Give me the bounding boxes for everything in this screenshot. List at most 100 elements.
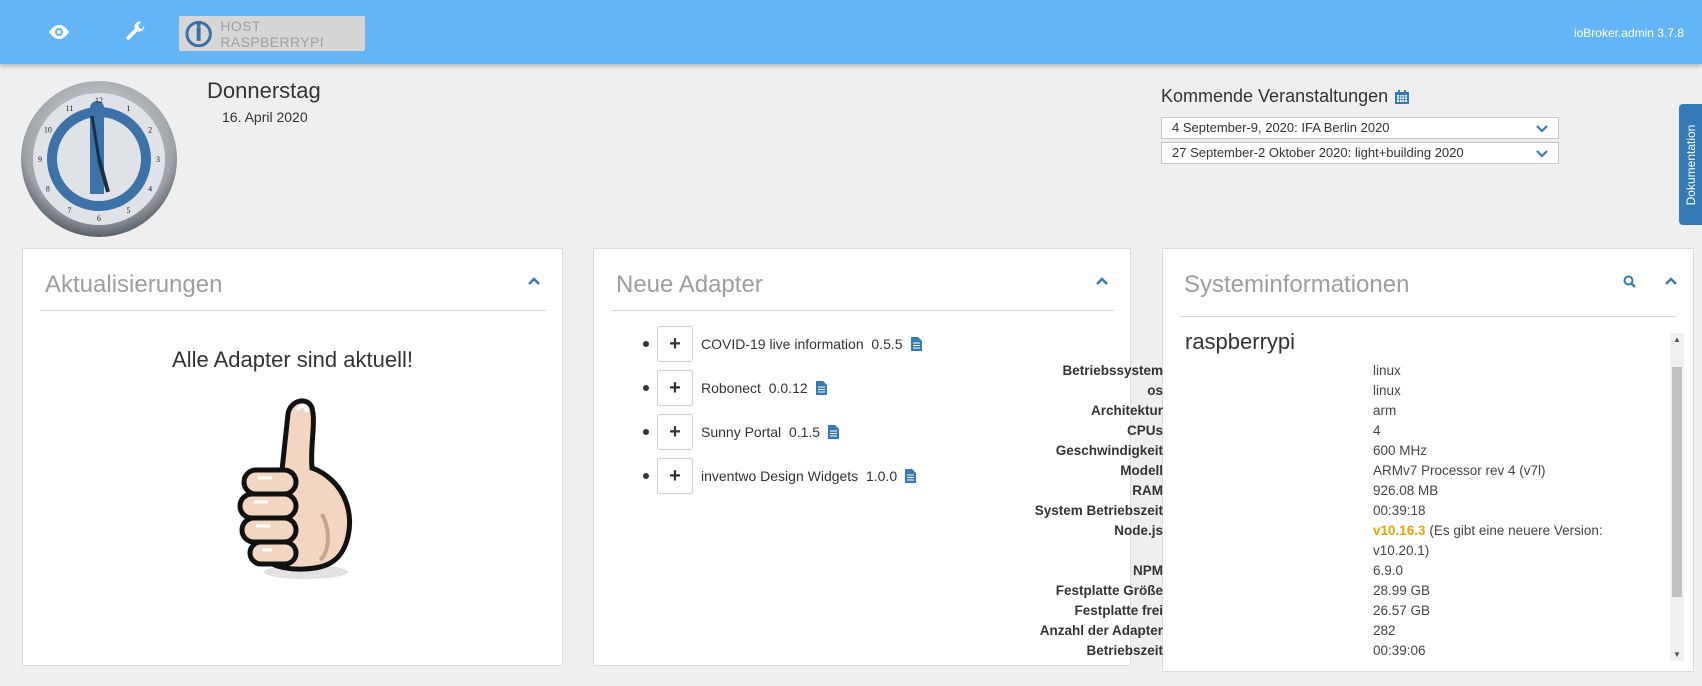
adapter-version: 0.0.12 (768, 380, 808, 396)
top-bar: HOST RASPBERRYPI ioBroker.admin 3.7.8 (0, 0, 1702, 64)
scroll-up-icon[interactable]: ▲ (1673, 335, 1681, 344)
clock-numeral: 10 (44, 126, 52, 135)
host-name: raspberrypi (1185, 329, 1296, 354)
info-value: 600 MHz (1373, 443, 1428, 458)
adapter-version: 0.5.5 (871, 336, 903, 352)
collapse-button[interactable] (522, 269, 546, 293)
adapter-version: 0.1.5 (788, 424, 821, 440)
clock-numeral: 7 (68, 206, 72, 215)
info-key: Festplatte frei (1074, 603, 1163, 618)
clock-numeral: 1 (127, 104, 131, 113)
readme-icon[interactable] (828, 425, 840, 439)
info-key: Betriebszeit (1086, 643, 1163, 658)
card-title: Neue Adapter (616, 271, 763, 298)
info-value: 926.08 MB (1373, 483, 1439, 498)
clock-numeral: 5 (127, 206, 131, 215)
system-info-card: Systeminformationen raspberrypi Betriebs… (1035, 248, 1694, 672)
info-value: 4 (1373, 423, 1381, 438)
info-value: 6.9.0 (1373, 563, 1404, 578)
divider (611, 310, 1114, 311)
info-value: 282 (1373, 623, 1396, 638)
info-key: os (1147, 383, 1163, 398)
divider (40, 310, 546, 311)
up-to-date-message: Alle Adapter sind aktuell! (172, 347, 413, 372)
adapter-name: Robonect (701, 380, 761, 396)
clock-numeral: 3 (156, 155, 160, 164)
chevron-down-icon (1536, 150, 1548, 158)
event-text: 4 September-9, 2020: IFA Berlin 2020 (1172, 120, 1390, 135)
info-value: 00:39:18 (1373, 503, 1426, 518)
card-title: Aktualisierungen (45, 271, 223, 298)
analog-clock: 121234567891011 (21, 81, 177, 237)
info-value: v10.16.3 (Es gibt eine neuere Version: (1373, 523, 1603, 538)
info-key: Architektur (1090, 403, 1163, 418)
info-key: Anzahl der Adapter (1039, 623, 1163, 638)
info-key: Modell (1120, 463, 1163, 478)
info-key: RAM (1132, 483, 1163, 498)
info-key: NPM (1133, 563, 1163, 578)
info-value: linux (1373, 383, 1401, 398)
event-item[interactable]: 27 September-2 Oktober 2020: light+build… (1161, 142, 1559, 164)
info-key: Geschwindigkeit (1055, 443, 1163, 458)
wrench-icon[interactable] (118, 16, 154, 48)
scrollbar[interactable]: ▲ ▼ (1670, 333, 1684, 661)
card-title: Systeminformationen (1184, 271, 1410, 298)
iobroker-logo-icon (185, 20, 212, 47)
info-value: 00:39:06 (1373, 643, 1426, 658)
bullet (643, 429, 649, 435)
readme-icon[interactable] (910, 337, 922, 351)
update-note-version: v10.20.1) (1373, 543, 1430, 558)
scrollbar-thumb[interactable] (1672, 367, 1682, 597)
scroll-down-icon[interactable]: ▼ (1673, 650, 1681, 659)
updates-card: Aktualisierungen Alle Adapter sind aktue… (22, 248, 563, 666)
search-button[interactable] (1617, 269, 1641, 293)
divider (1180, 316, 1677, 317)
clock-numeral: 11 (66, 104, 74, 113)
chevron-up-icon (1096, 277, 1108, 285)
clock-numeral: 8 (46, 185, 50, 194)
info-key: CPUs (1126, 423, 1163, 438)
info-value: arm (1373, 403, 1397, 418)
info-key: Node.js (1114, 523, 1163, 538)
date-label: 16. April 2020 (222, 109, 308, 125)
install-adapter-button[interactable]: + (657, 458, 693, 494)
clock-numeral: 9 (38, 155, 42, 164)
app-version: ioBroker.admin 3.7.8 (1573, 26, 1684, 40)
info-value: ARMv7 Processor rev 4 (v7l) (1373, 463, 1546, 478)
host-label: HOST RASPBERRYPI (220, 17, 325, 50)
chevron-up-icon (1665, 277, 1677, 285)
weekday-label: Donnerstag (207, 78, 321, 103)
readme-icon[interactable] (905, 469, 917, 483)
event-item[interactable]: 4 September-9, 2020: IFA Berlin 2020 (1161, 117, 1559, 139)
info-value: 26.57 GB (1373, 603, 1431, 618)
adapter-name: COVID-19 live information (701, 336, 864, 352)
bullet (643, 341, 649, 347)
eye-icon[interactable] (41, 16, 77, 48)
collapse-button[interactable] (1090, 269, 1114, 293)
install-adapter-button[interactable]: + (657, 414, 693, 450)
documentation-tab[interactable]: Dokumentation (1679, 104, 1702, 225)
list-item: + Robonect 0.0.12 (643, 370, 827, 406)
collapse-button[interactable] (1659, 269, 1683, 293)
install-adapter-button[interactable]: + (657, 326, 693, 362)
readme-icon[interactable] (815, 381, 827, 395)
adapter-name: inventwo Design Widgets (701, 468, 859, 484)
search-icon (1623, 275, 1636, 288)
bullet (643, 473, 649, 479)
update-note: (Es gibt eine neuere Version: (1429, 523, 1603, 538)
info-value: 28.99 GB (1373, 583, 1431, 598)
install-adapter-button[interactable]: + (657, 370, 693, 406)
list-item: + inventwo Design Widgets 1.0.0 (643, 458, 917, 494)
clock-numeral: 4 (148, 185, 152, 194)
list-item: + COVID-19 live information 0.5.5 (643, 326, 922, 362)
chevron-up-icon (528, 277, 540, 285)
host-button[interactable]: HOST RASPBERRYPI (179, 16, 365, 51)
events-title-text: Kommende Veranstaltungen (1161, 86, 1389, 106)
clock-numeral: 6 (97, 214, 101, 223)
info-value: linux (1373, 363, 1401, 378)
info-key: Betriebssystem (1062, 363, 1163, 378)
clock-numeral: 2 (148, 126, 152, 135)
event-text: 27 September-2 Oktober 2020: light+build… (1172, 145, 1464, 160)
bullet (643, 385, 649, 391)
documentation-label: Dokumentation (1684, 124, 1698, 205)
